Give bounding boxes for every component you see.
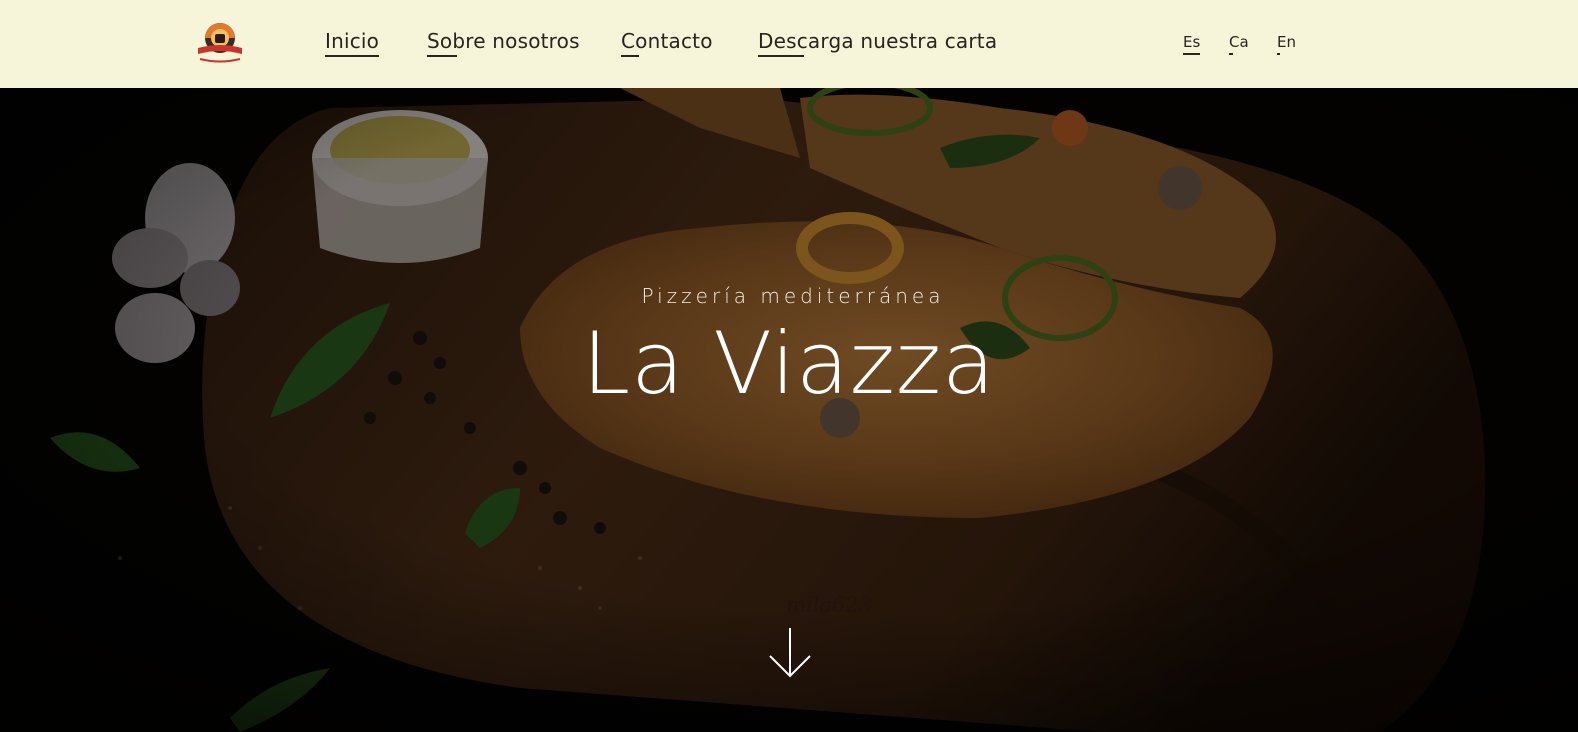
nav-link-descarga-carta[interactable]: Descarga nuestra carta	[758, 29, 997, 57]
hero-subtitle: Pizzería mediterránea	[641, 284, 945, 308]
nav-link-sobre-nosotros[interactable]: Sobre nosotros	[427, 29, 580, 57]
nav-link-inicio[interactable]: Inicio	[325, 29, 380, 57]
lang-es-button[interactable]: Es	[1183, 33, 1201, 55]
photo-watermark: mila623	[786, 593, 872, 617]
lang-en-button[interactable]: En	[1277, 33, 1296, 55]
hero-section: Pizzería mediterránea La Viazza mila623	[0, 88, 1578, 732]
hero-title: La Viazza	[582, 314, 996, 414]
site-header: Inicio Sobre nosotros Contacto Descarga …	[0, 0, 1578, 88]
lang-ca-button[interactable]: Ca	[1229, 33, 1249, 55]
pizzeria-logo-icon[interactable]	[194, 18, 246, 66]
page: Inicio Sobre nosotros Contacto Descarga …	[0, 0, 1578, 732]
arrow-down-icon[interactable]	[767, 626, 813, 678]
nav-link-contacto[interactable]: Contacto	[621, 29, 713, 57]
